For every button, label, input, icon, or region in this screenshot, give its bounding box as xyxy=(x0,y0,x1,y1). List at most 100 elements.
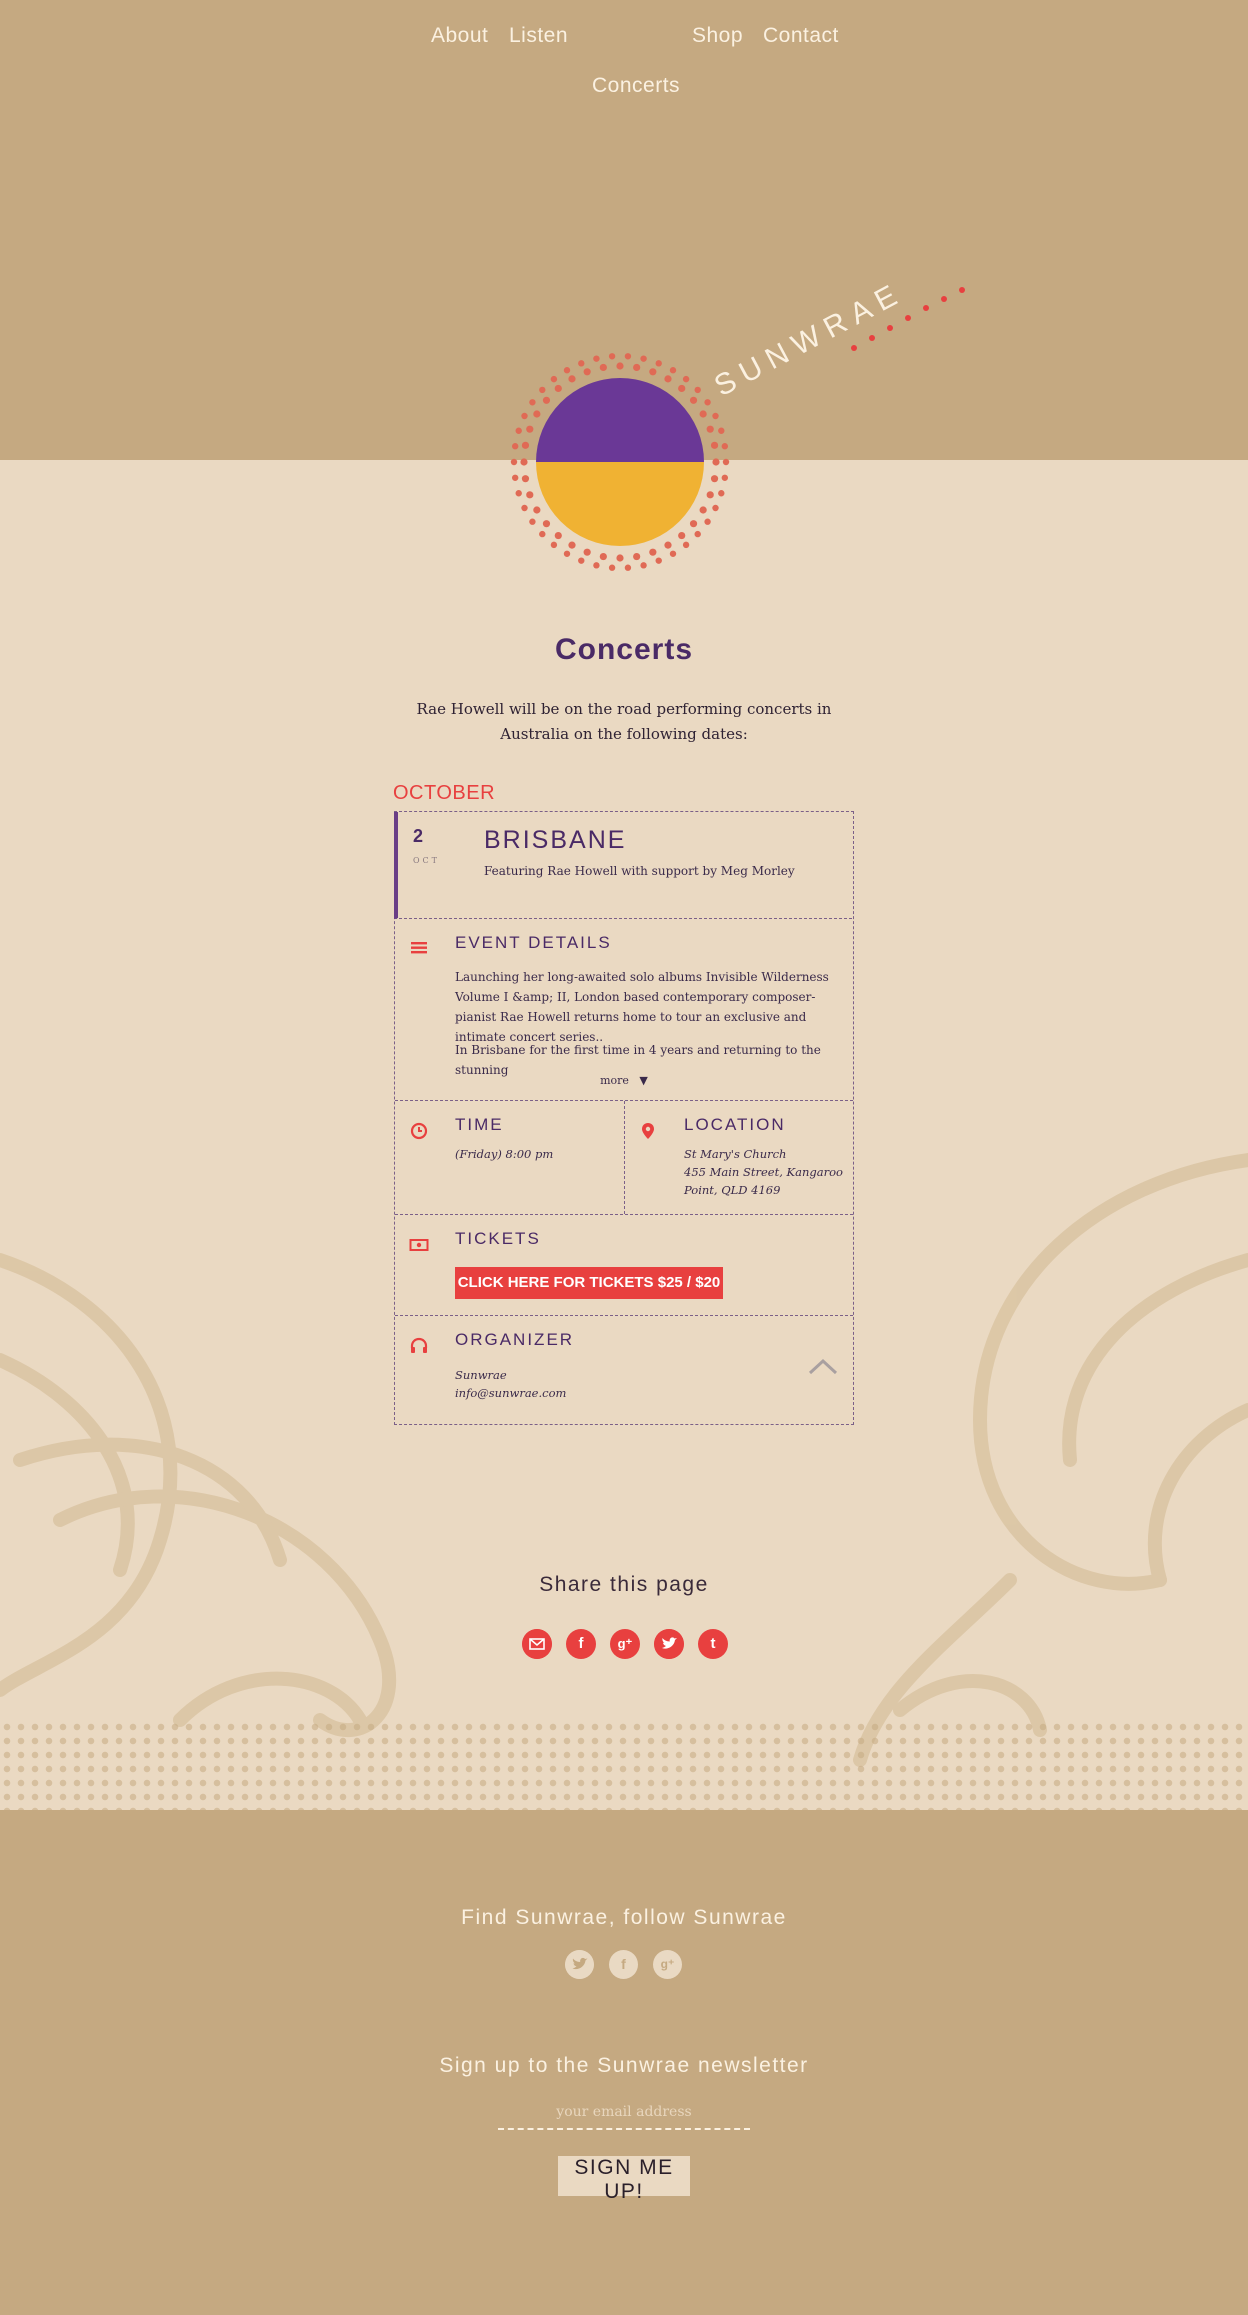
month-heading: OCTOBER xyxy=(393,782,496,804)
logo-ring-dot xyxy=(640,562,647,569)
organizer-heading: ORGANIZER xyxy=(455,1330,575,1349)
organizer-name: Sunwrae xyxy=(455,1368,507,1382)
list-icon xyxy=(411,942,427,954)
logo-ring-dot xyxy=(533,506,541,514)
logo-ring-dot xyxy=(712,504,719,512)
logo-ring-dot xyxy=(669,367,677,374)
google-plus-icon[interactable]: g⁺ xyxy=(653,1950,682,1979)
facebook-share-icon[interactable]: f xyxy=(566,1629,596,1659)
logo-ring-dot xyxy=(521,475,530,483)
logo-ring-dot xyxy=(568,375,576,383)
brand-dot-trail xyxy=(851,287,965,351)
ticket-icon xyxy=(409,1239,429,1251)
logo-ring-dot xyxy=(706,491,714,499)
more-label: more xyxy=(600,1074,629,1087)
google-plus-share-icon[interactable]: g⁺ xyxy=(610,1629,640,1659)
logo-ring-dot xyxy=(583,368,591,376)
logo-ring-dot xyxy=(593,355,600,362)
logo-ring-dot xyxy=(533,410,541,418)
logo-ring-dot xyxy=(624,353,632,360)
newsletter-title: Sign up to the Sunwrae newsletter xyxy=(439,2054,809,2077)
logo-ring-dot xyxy=(682,375,690,383)
more-toggle[interactable]: more ▼ xyxy=(395,1074,853,1087)
nav-listen-link[interactable]: Listen xyxy=(509,24,568,48)
logo-ring-dot xyxy=(550,375,558,383)
logo-ring-dot xyxy=(718,427,725,434)
logo-ring-dot xyxy=(511,474,519,481)
logo-ring-dot xyxy=(706,425,714,433)
sign-up-button[interactable]: SIGN ME UP! xyxy=(558,2156,690,2203)
logo-ring-dot xyxy=(539,530,546,538)
logo-ring-dot xyxy=(710,441,719,449)
organizer-email[interactable]: info@sunwrae.com xyxy=(455,1384,566,1402)
newsletter-email-input[interactable] xyxy=(498,2096,750,2130)
logo-ring-dot xyxy=(608,564,616,571)
venue-address-2: Point, QLD 4169 xyxy=(684,1183,781,1197)
logo-ring-dot xyxy=(608,353,616,360)
nav-about-link[interactable]: About xyxy=(431,24,488,48)
tickets-heading: TICKETS xyxy=(455,1229,541,1248)
logo-ring-dot xyxy=(721,474,729,481)
logo-ring-dot xyxy=(616,362,624,370)
buy-tickets-button[interactable]: CLICK HERE FOR TICKETS $25 / $20 xyxy=(455,1267,723,1299)
logo-ring-dot xyxy=(699,410,707,418)
logo-ring-dot xyxy=(655,360,662,367)
twitter-share-icon[interactable] xyxy=(654,1629,684,1659)
clock-icon xyxy=(410,1122,428,1140)
event-time-location: TIME (Friday) 8:00 pm LOCATION St Mary's… xyxy=(395,1101,853,1215)
logo-ring-dot xyxy=(682,541,690,549)
logo-ring-dot xyxy=(689,520,698,528)
logo-ring-dot xyxy=(599,552,607,561)
logo-ring-dot xyxy=(599,363,607,372)
event-organizer-section: ORGANIZER Sunwrae info@sunwrae.com xyxy=(395,1316,853,1425)
logo-ring-dot xyxy=(529,399,536,406)
event-month-short: OCT xyxy=(413,856,441,865)
logo-ring-dot xyxy=(563,367,571,374)
logo-ring-dot xyxy=(563,550,571,557)
chevron-up-icon[interactable] xyxy=(808,1356,838,1376)
logo-ring-dot xyxy=(539,386,546,394)
nav-concerts-link[interactable]: Concerts xyxy=(592,74,680,98)
logo-ring-dot xyxy=(649,368,657,376)
logo-ring-dot xyxy=(542,520,551,528)
logo-ring-dot xyxy=(616,554,624,562)
logo-ring-dot xyxy=(550,541,558,549)
nav-contact-link[interactable]: Contact xyxy=(763,24,839,48)
find-title: Find Sunwrae, follow Sunwrae xyxy=(461,1906,787,1929)
logo-ring-dot xyxy=(633,363,641,372)
logo-ring-dot xyxy=(511,443,519,450)
logo-ring-dot xyxy=(593,562,600,569)
logo-ring-dot xyxy=(521,412,528,420)
tumblr-share-icon[interactable]: t xyxy=(698,1629,728,1659)
logo-ring-dot xyxy=(678,384,686,393)
share-title: Share this page xyxy=(539,1573,709,1596)
email-share-icon[interactable] xyxy=(522,1629,552,1659)
logo-ring-dot xyxy=(678,531,686,540)
sunwrae-logo xyxy=(510,353,730,571)
twitter-icon[interactable] xyxy=(565,1950,594,1979)
logo-ring-dot xyxy=(510,458,518,466)
time-heading: TIME xyxy=(455,1115,504,1134)
map-pin-icon xyxy=(642,1123,654,1139)
logo-ring-dot xyxy=(669,550,677,557)
dotted-band xyxy=(0,1720,1248,1810)
event-featuring: Featuring Rae Howell with support by Meg… xyxy=(484,864,795,878)
event-details-section: EVENT DETAILS Launching her long-awaited… xyxy=(395,919,853,1101)
logo-ring-dot xyxy=(694,530,701,538)
event-city: BRISBANE xyxy=(484,826,627,854)
nav-shop-link[interactable]: Shop xyxy=(692,24,743,48)
logo-ring-dot xyxy=(554,531,562,540)
facebook-icon[interactable]: f xyxy=(609,1950,638,1979)
column-divider xyxy=(624,1101,625,1214)
logo-ring-dot xyxy=(542,396,551,404)
logo-ring-dot xyxy=(640,355,647,362)
logo-ring-dot xyxy=(712,458,720,466)
chevron-down-icon: ▼ xyxy=(632,1074,648,1087)
logo-ring-dot xyxy=(649,548,657,556)
logo-ring-dot xyxy=(712,412,719,420)
logo-ring-dot xyxy=(526,491,534,499)
logo-ring-dot xyxy=(554,384,562,393)
logo-ring-dot xyxy=(664,541,672,549)
logo-ring-dot xyxy=(721,443,729,450)
logo-ring-dot xyxy=(689,396,698,404)
